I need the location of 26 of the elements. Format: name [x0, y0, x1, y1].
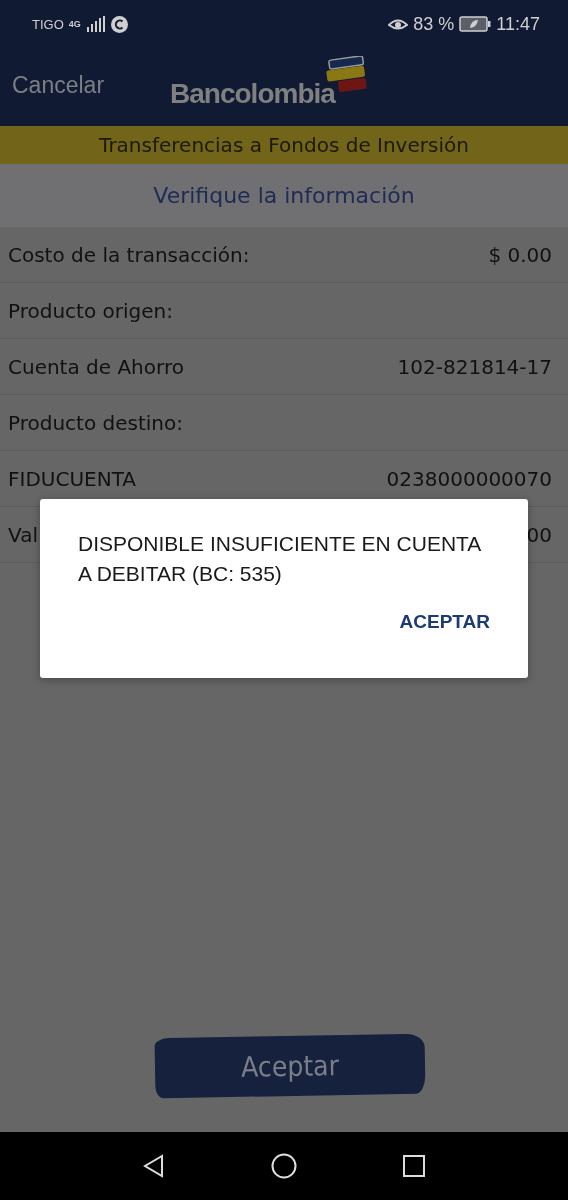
row-label: Producto destino:	[8, 410, 183, 435]
row-value: 00	[526, 522, 552, 547]
network-type: 4G	[68, 19, 81, 29]
row-label: Cuenta de Ahorro	[8, 354, 184, 379]
logo-text: Bancolombia	[170, 78, 335, 110]
banner-title: Transferencias a Fondos de Inversión	[0, 126, 568, 164]
dialog-accept-button[interactable]: ACEPTAR	[399, 607, 490, 637]
row-value: $ 0.00	[488, 242, 552, 267]
battery-icon	[459, 16, 492, 32]
notification-icon	[110, 15, 128, 33]
dialog-message: DISPONIBLE INSUFICIENTE EN CUENTA A DEBITAR (BC: 535)	[78, 531, 482, 587]
signal-icon	[85, 16, 106, 32]
cancel-button[interactable]: Cancelar	[12, 71, 105, 99]
battery-percent: 83 %	[413, 13, 455, 35]
recents-icon[interactable]	[401, 1154, 426, 1178]
home-icon[interactable]	[271, 1153, 297, 1179]
row-label: Costo de la transacción:	[8, 242, 250, 267]
row-label: Producto origen:	[8, 298, 173, 323]
carrier-name: TIGO	[32, 16, 64, 32]
section-title: Verifique la información	[0, 164, 568, 227]
row-value: 0238000000070	[386, 466, 552, 491]
accept-button[interactable]: Aceptar	[154, 1033, 426, 1099]
row-value: 102-821814-17	[397, 354, 552, 379]
row-label: Val	[8, 522, 38, 547]
clock: 11:47	[496, 13, 540, 35]
row-label: FIDUCUENTA	[8, 466, 136, 491]
